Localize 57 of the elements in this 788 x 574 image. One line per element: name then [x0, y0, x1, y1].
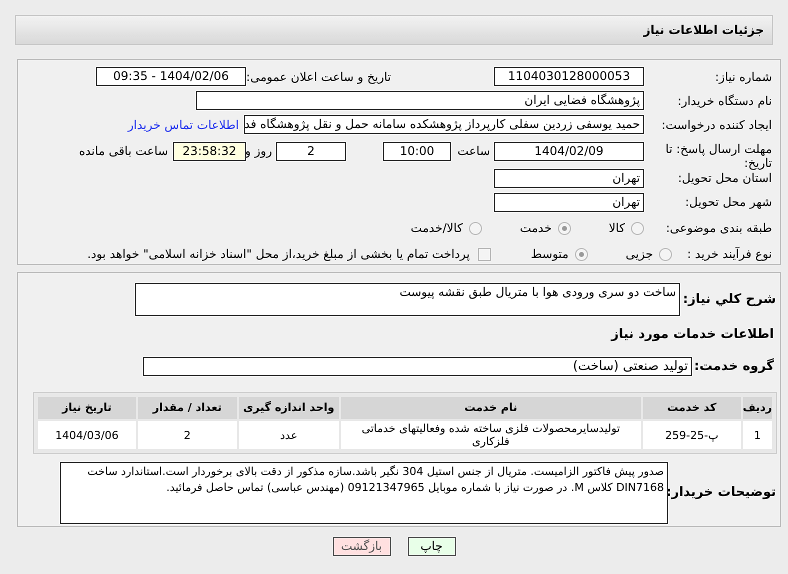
radio-button[interactable] [574, 248, 588, 261]
table-cell: 1 [742, 421, 772, 449]
field-label: ساعت باقی مانده [78, 143, 169, 160]
input-field[interactable]: ساخت دو سری ورودی هوا با متریال طبق نقشه پیوست [135, 283, 680, 316]
field-label: استان محل تحویل: [676, 170, 773, 188]
print-button[interactable]: چاپ [408, 537, 456, 556]
radio-label: جزیی [626, 246, 653, 264]
contact-link[interactable]: اطلاعات تماس خریدار [128, 116, 239, 134]
input-field[interactable]: تهران [494, 168, 644, 188]
back-button[interactable]: بازگشت [332, 537, 390, 556]
checkbox[interactable] [478, 248, 491, 261]
checkbox-label: پرداخت تمام یا بخشی از مبلغ خرید،از محل "اسناد خزانه اسلامی" خواهد بود. [87, 246, 470, 264]
table-cell: 2 [138, 421, 237, 449]
field-label: تاریخ و ساعت اعلان عمومی: [246, 68, 391, 86]
input-field[interactable]: حمید یوسفی زردین سفلی کارپرداز پژوهشکده سامانه حمل و نقل پژوهشگاه فد [244, 115, 644, 134]
field-label: گروه خدمت: [693, 357, 775, 376]
page-title: جزئیات اطلاعات نیاز [643, 22, 764, 39]
input-field[interactable]: 2 [276, 142, 346, 161]
input-field[interactable]: 23:58:32 [173, 142, 246, 161]
field-label: نام دستگاه خریدار: [676, 92, 773, 110]
input-field[interactable]: پژوهشگاه فضایی ایران [196, 91, 644, 110]
input-field[interactable]: 1104030128000053 [494, 67, 644, 86]
table-cell: تولیدسایرمحصولات فلزی ساخته شده وفعالیتهای خدماتی فلزکاری [340, 421, 641, 449]
field-label: شرح کلي نياز: [682, 291, 777, 309]
field-label: مهلت ارسال پاسخ: تا تاریخ: [664, 142, 773, 170]
column-header: تعداد / مقدار [138, 397, 237, 419]
radio-label: کالا/خدمت [410, 220, 463, 238]
field-label: توضیحات خریدار: [668, 484, 777, 502]
table-cell: 1404/03/06 [38, 421, 136, 449]
column-header: کد خدمت [642, 397, 741, 419]
radio-label: کالا [608, 220, 625, 238]
table-cell: پ-25-259 [642, 421, 741, 449]
table-cell: عدد [238, 421, 339, 449]
column-header: نام خدمت [340, 397, 641, 419]
input-field[interactable]: تهران [494, 192, 644, 212]
column-header: ردیف [742, 397, 772, 419]
field-label: شهر محل تحویل: [684, 194, 773, 212]
field-label: شماره نیاز: [714, 68, 773, 86]
input-field[interactable]: 1404/02/06 - 09:35 [96, 67, 246, 86]
field-label: ساعت [456, 143, 491, 160]
radio-button[interactable] [558, 222, 571, 235]
radio-button[interactable] [659, 248, 672, 261]
input-field[interactable]: 10:00 [383, 142, 451, 161]
field-label: طبقه بندی موضوعی: [664, 220, 773, 238]
column-header: تاریخ نیاز [38, 397, 136, 419]
column-header: واحد اندازه گیری [238, 397, 339, 419]
field-label: ایجاد کننده درخواست: [660, 116, 773, 134]
radio-button[interactable] [468, 222, 482, 235]
radio-label: خدمت [520, 220, 552, 238]
field-label: روز و [246, 143, 273, 160]
radio-label: متوسط [530, 246, 569, 264]
section-heading: اطلاعات خدمات مورد نیاز [611, 326, 775, 344]
field-label: نوع فرآیند خرید : [686, 246, 773, 264]
input-field[interactable]: تولید صنعتی (ساخت) [143, 356, 692, 376]
input-field[interactable]: 1404/02/09 [494, 142, 644, 161]
radio-button[interactable] [631, 222, 644, 235]
input-field[interactable]: صدور پیش فاکتور الزامیست. متریال از جنس استیل 304 نگیر باشد.سازه مذکور از دقت بالای برخوردار است.استاندارد ساخت DIN7168 کلاس M. در صورت نیاز با شماره موبایل 09121347965 (مهندس عباسی) تماس حاصل فرمائید. [60, 462, 668, 524]
